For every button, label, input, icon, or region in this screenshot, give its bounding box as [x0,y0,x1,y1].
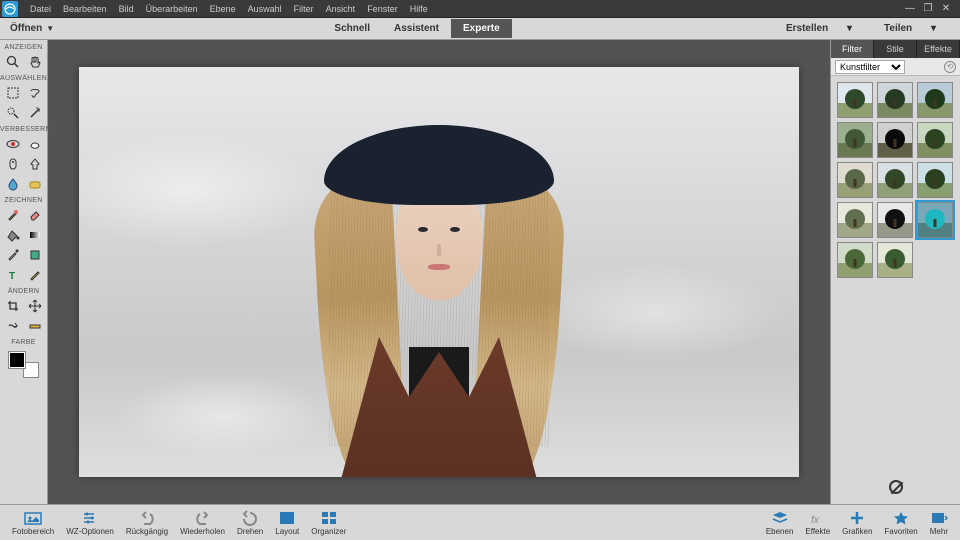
modebar: Öffnen▼ Schnell Assistent Experte Erstel… [0,18,960,40]
filter-thumb-0[interactable] [837,82,873,118]
panel-tab-effekte[interactable]: Effekte [917,40,960,58]
picker-tool[interactable] [3,246,23,264]
tool-palette: ANZEIGEN AUSWÄHLEN VERBESSERN ZEICHNEN [0,40,48,504]
quick-select-tool[interactable] [3,104,23,122]
move-tool[interactable] [25,297,45,315]
filter-thumb-9[interactable] [837,202,873,238]
foreground-color-swatch[interactable] [9,352,25,368]
menu-bild[interactable]: Bild [113,4,140,14]
sponge-tool[interactable] [25,175,45,193]
section-anzeigen: ANZEIGEN [0,42,47,53]
filter-thumb-12[interactable] [837,242,873,278]
open-button[interactable]: Öffnen▼ [0,23,64,34]
favorites-button[interactable]: Favoriten [878,510,923,536]
background-color-swatch[interactable] [23,362,39,378]
window-minimize-icon[interactable]: — [902,3,918,15]
no-entry-icon [889,480,903,494]
graphics-button[interactable]: Grafiken [836,510,878,536]
tab-experte[interactable]: Experte [451,19,512,38]
type-tool[interactable]: T [3,266,23,284]
create-button[interactable]: Erstellen ▾ [770,23,868,34]
menu-bearbeiten[interactable]: Bearbeiten [57,4,113,14]
layers-button[interactable]: Ebenen [760,510,800,536]
reset-filter-icon[interactable]: ⟲ [944,61,956,73]
effects-button[interactable]: fxEffekte [799,510,836,536]
workspace: ANZEIGEN AUSWÄHLEN VERBESSERN ZEICHNEN [0,40,960,504]
rotate-button[interactable]: Drehen [231,510,269,536]
tab-assistent[interactable]: Assistent [382,19,451,38]
hand-tool[interactable] [25,53,45,71]
filter-thumbnails [831,76,960,284]
redo-button[interactable]: Wiederholen [174,510,231,536]
spot-heal-tool[interactable] [3,155,23,173]
menu-fenster[interactable]: Fenster [361,4,404,14]
filter-thumb-3[interactable] [837,122,873,158]
filter-thumb-13[interactable] [877,242,913,278]
filter-thumb-11[interactable] [917,202,953,238]
svg-text:fx: fx [811,515,820,526]
crop-tool[interactable] [3,297,23,315]
window-maximize-icon[interactable]: ❐ [920,3,936,15]
gradient-tool[interactable] [25,226,45,244]
lasso-tool[interactable] [25,84,45,102]
organizer-button[interactable]: Organizer [305,510,352,536]
fill-tool[interactable] [3,226,23,244]
window-close-icon[interactable]: ✕ [938,3,954,15]
recompose-tool[interactable] [3,317,23,335]
filter-thumb-7[interactable] [877,162,913,198]
magic-wand-tool[interactable] [25,104,45,122]
panel-tab-stile[interactable]: Stile [874,40,917,58]
filter-thumb-10[interactable] [877,202,913,238]
bottom-bar: Fotobereich WZ-Optionen Rückgängig Wiede… [0,504,960,540]
pencil-tool[interactable] [25,266,45,284]
filter-thumb-2[interactable] [917,82,953,118]
menu-hilfe[interactable]: Hilfe [404,4,434,14]
zoom-tool[interactable] [3,53,23,71]
canvas-area [48,40,830,504]
straighten-tool[interactable] [25,317,45,335]
share-button[interactable]: Teilen ▾ [868,23,952,34]
photo-bin-button[interactable]: Fotobereich [6,510,60,536]
filter-thumb-5[interactable] [917,122,953,158]
brush-tool[interactable] [3,206,23,224]
tab-schnell[interactable]: Schnell [322,19,382,38]
more-button[interactable]: Mehr [924,510,954,536]
effects-panel: Filter Stile Effekte Kunstfilter ⟲ [830,40,960,504]
tool-options-button[interactable]: WZ-Optionen [60,510,120,536]
section-farbe: FARBE [0,337,47,348]
section-auswaehlen: AUSWÄHLEN [0,73,47,84]
section-verbessern: VERBESSERN [0,124,47,135]
whiten-tool[interactable] [25,135,45,153]
shape-tool[interactable] [25,246,45,264]
filter-thumb-4[interactable] [877,122,913,158]
svg-text:T: T [9,271,15,282]
menu-ueberarbeiten[interactable]: Überarbeiten [140,4,204,14]
filter-thumb-1[interactable] [877,82,913,118]
filter-thumb-6[interactable] [837,162,873,198]
document-canvas[interactable] [79,67,799,477]
clone-tool[interactable] [25,155,45,173]
redeye-tool[interactable] [3,135,23,153]
menu-ebene[interactable]: Ebene [204,4,242,14]
filter-category-select[interactable]: Kunstfilter [835,60,905,74]
menu-filter[interactable]: Filter [288,4,320,14]
app-icon [2,1,18,17]
menubar: Datei Bearbeiten Bild Überarbeiten Ebene… [0,0,960,18]
menu-auswahl[interactable]: Auswahl [242,4,288,14]
panel-tab-filter[interactable]: Filter [831,40,874,58]
blur-tool[interactable] [3,175,23,193]
filter-thumb-8[interactable] [917,162,953,198]
section-zeichnen: ZEICHNEN [0,195,47,206]
menu-ansicht[interactable]: Ansicht [320,4,362,14]
color-swatches[interactable] [9,352,39,378]
menu-datei[interactable]: Datei [24,4,57,14]
undo-button[interactable]: Rückgängig [120,510,174,536]
layout-button[interactable]: Layout [269,510,305,536]
marquee-tool[interactable] [3,84,23,102]
eraser-tool[interactable] [25,206,45,224]
section-aendern: ÄNDERN [0,286,47,297]
